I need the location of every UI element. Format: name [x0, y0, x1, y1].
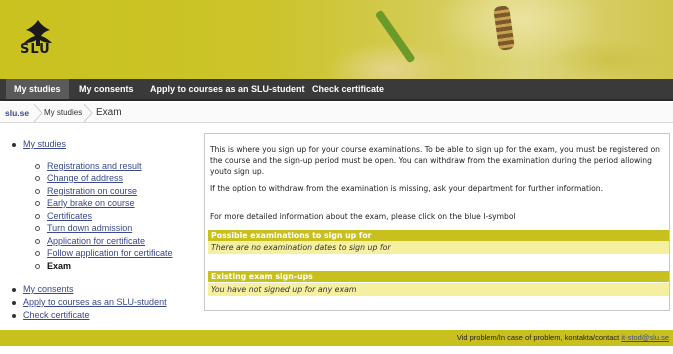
breadcrumb: slu.se My studies Exam — [0, 103, 673, 123]
circle-bullet-icon — [35, 239, 40, 244]
circle-bullet-icon — [35, 176, 40, 181]
circle-bullet-icon — [35, 226, 40, 231]
sidebar-item-my-studies[interactable]: My studies — [23, 139, 66, 149]
circle-bullet-icon — [35, 264, 40, 269]
footer-contact: Vid problem/In case of problem, kontakta… — [457, 330, 669, 346]
sidebar-subitem-early-brake[interactable]: Early brake on course — [47, 198, 135, 208]
existing-signups-heading: Existing exam sign-ups — [208, 271, 669, 282]
breadcrumb-current: Exam — [96, 107, 122, 118]
circle-bullet-icon — [35, 164, 40, 169]
nav-item-check-certificate[interactable]: Check certificate — [304, 79, 392, 99]
sidebar-subitem-registrations[interactable]: Registrations and result — [47, 161, 142, 171]
footer-email-link[interactable]: it-stod@slu.se — [621, 333, 669, 342]
existing-signups-empty: You have not signed up for any exam — [208, 283, 669, 296]
sidebar-subitem-registration-on-course[interactable]: Registration on course — [47, 186, 137, 196]
bullet-icon — [12, 288, 16, 292]
sidebar-subitem-turn-down-admission[interactable]: Turn down admission — [47, 223, 132, 233]
sidebar-item-check-certificate[interactable]: Check certificate — [23, 310, 90, 320]
breadcrumb-separator-icon — [33, 104, 43, 122]
possible-exams-empty: There are no examination dates to sign u… — [208, 241, 669, 254]
circle-bullet-icon — [35, 201, 40, 206]
header-photo — [270, 0, 673, 79]
sidebar-subitem-follow-application[interactable]: Follow application for certificate — [47, 248, 173, 258]
sidebar-subitem-change-of-address[interactable]: Change of address — [47, 173, 123, 183]
header-banner: SLU — [0, 0, 673, 79]
circle-bullet-icon — [35, 251, 40, 256]
info-note: For more detailed information about the … — [210, 212, 516, 221]
sidebar-item-apply-to-courses[interactable]: Apply to courses as an SLU-student — [23, 297, 167, 307]
circle-bullet-icon — [35, 189, 40, 194]
nav-item-my-studies[interactable]: My studies — [6, 79, 69, 99]
intro-text: This is where you sign up for your cours… — [210, 145, 660, 176]
sidebar-subitem-exam: Exam — [47, 261, 72, 271]
bullet-icon — [12, 301, 16, 305]
bullet-icon — [12, 143, 16, 147]
footer-text: Vid problem/In case of problem, kontakta… — [456, 333, 620, 342]
possible-exams-heading: Possible examinations to sign up for — [208, 230, 669, 241]
nav-item-my-consents[interactable]: My consents — [71, 79, 142, 99]
logo-text[interactable]: SLU — [20, 42, 51, 57]
main-nav: My studies My consents Apply to courses … — [0, 79, 673, 101]
breadcrumb-my-studies[interactable]: My studies — [44, 103, 82, 123]
circle-bullet-icon — [35, 214, 40, 219]
breadcrumb-home[interactable]: slu.se — [5, 103, 29, 123]
sidebar-item-my-consents[interactable]: My consents — [23, 284, 74, 294]
breadcrumb-separator-icon — [83, 104, 93, 122]
sidebar-subitem-application-for-certificate[interactable]: Application for certificate — [47, 236, 145, 246]
bullet-icon — [12, 314, 16, 318]
withdraw-note: If the option to withdraw from the exami… — [210, 184, 603, 193]
nav-item-apply-to-courses[interactable]: Apply to courses as an SLU-student — [142, 79, 313, 99]
footer: Vid problem/In case of problem, kontakta… — [0, 330, 673, 346]
exam-content-panel: This is where you sign up for your cours… — [204, 133, 670, 311]
sidebar-subitem-certificates[interactable]: Certificates — [47, 211, 92, 221]
